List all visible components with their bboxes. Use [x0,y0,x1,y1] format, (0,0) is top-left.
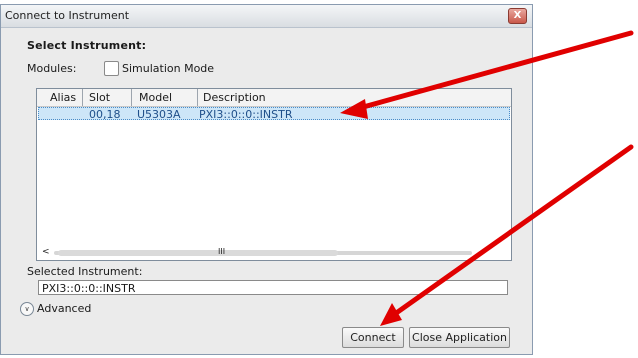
row-model: U5303A [137,108,181,121]
advanced-label[interactable]: Advanced [37,302,91,315]
simulation-mode-checkbox[interactable] [104,61,119,76]
close-icon[interactable]: X [508,8,527,24]
horizontal-scrollbar[interactable]: < III [38,247,510,259]
column-slot[interactable]: Slot [89,91,110,104]
close-application-button[interactable]: Close Application [409,327,510,348]
selected-instrument-field[interactable]: PXI3::0::0::INSTR [38,280,508,295]
instrument-list[interactable]: Alias Slot Model Description 00,18 U5303… [36,88,512,261]
column-alias[interactable]: Alias [50,91,76,104]
column-description[interactable]: Description [203,91,266,104]
table-row[interactable]: 00,18 U5303A PXI3::0::0::INSTR [38,107,510,121]
row-description: PXI3::0::0::INSTR [199,108,293,121]
column-separator[interactable] [197,89,198,106]
column-model[interactable]: Model [139,91,172,104]
selected-instrument-label: Selected Instrument: [27,265,143,278]
column-separator[interactable] [131,89,132,106]
window-title: Connect to Instrument [5,9,130,22]
column-separator[interactable] [82,89,83,106]
scroll-grip-icon: III [218,247,226,256]
title-bar[interactable]: Connect to Instrument X [1,5,532,28]
connect-button[interactable]: Connect [342,327,404,348]
chevron-down-circle-icon[interactable]: ∨ [20,302,34,316]
selected-instrument-value: PXI3::0::0::INSTR [42,282,136,295]
scroll-thumb[interactable] [58,250,338,256]
select-instrument-heading: Select Instrument: [27,39,147,52]
list-header: Alias Slot Model Description [37,89,511,107]
modules-label: Modules: [27,62,77,75]
row-slot: 00,18 [89,108,121,121]
simulation-mode-label[interactable]: Simulation Mode [122,62,214,75]
scroll-left-icon[interactable]: < [42,247,50,257]
